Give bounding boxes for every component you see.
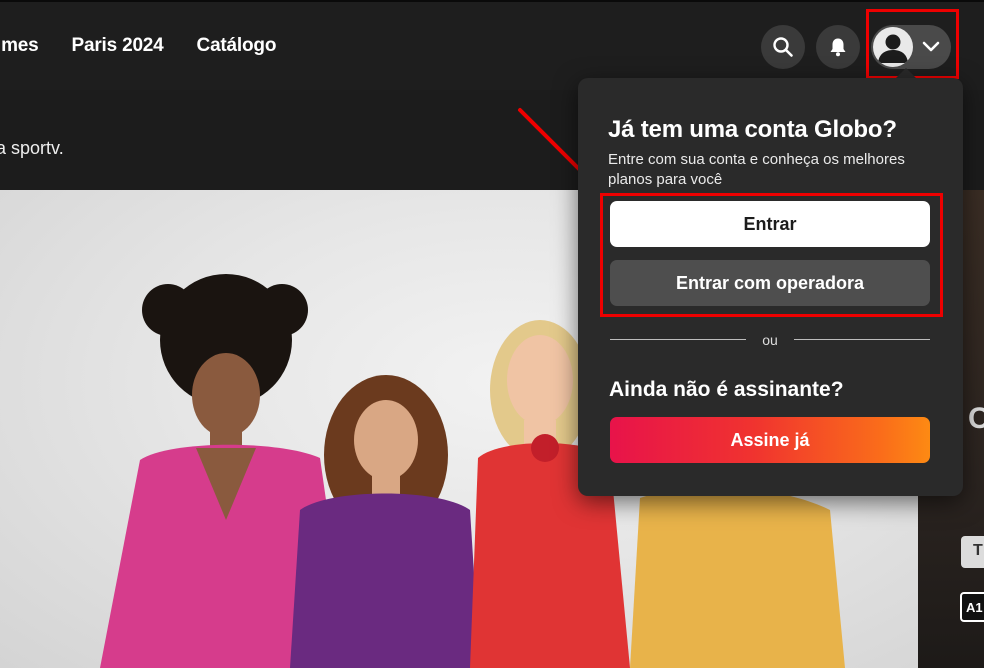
person-yellow-dress xyxy=(630,487,845,668)
search-icon xyxy=(773,37,793,57)
dropdown-description: Entre com sua conta e conheça os melhore… xyxy=(608,151,905,188)
login-button[interactable]: Entrar xyxy=(610,201,930,247)
nav-link-filmes[interactable]: lmes xyxy=(0,35,39,57)
nav-link-catalogo[interactable]: Catálogo xyxy=(197,35,277,57)
user-avatar-icon xyxy=(873,27,913,67)
caption-text: a sportv. xyxy=(0,138,64,158)
top-navigation: lmes Paris 2024 Catálogo xyxy=(0,0,984,90)
page: lmes Paris 2024 Catálogo a sportv. C T A… xyxy=(0,0,984,668)
chevron-down-icon xyxy=(922,41,940,52)
account-dropdown: Já tem uma conta Globo? Entre com sua co… xyxy=(578,78,963,496)
side-tag: T xyxy=(961,536,984,568)
nav-link-paris-2024[interactable]: Paris 2024 xyxy=(72,35,164,57)
person-purple-dress xyxy=(290,375,480,668)
or-divider: ou xyxy=(610,332,930,348)
nav-links: lmes Paris 2024 Catálogo xyxy=(0,35,276,57)
notifications-button[interactable] xyxy=(816,25,860,69)
subscribe-button[interactable]: Assine já xyxy=(610,417,930,463)
divider-text: ou xyxy=(762,332,778,348)
login-with-operator-button[interactable]: Entrar com operadora xyxy=(610,260,930,306)
divider-line-right xyxy=(794,339,930,340)
subscribe-title: Ainda não é assinante? xyxy=(609,378,844,401)
dropdown-title: Já tem uma conta Globo? xyxy=(608,116,897,143)
age-rating-badge: A1 xyxy=(960,592,984,622)
profile-menu-button[interactable] xyxy=(871,25,951,69)
side-title-letter: C xyxy=(968,402,984,435)
bell-icon xyxy=(830,38,846,57)
search-button[interactable] xyxy=(761,25,805,69)
